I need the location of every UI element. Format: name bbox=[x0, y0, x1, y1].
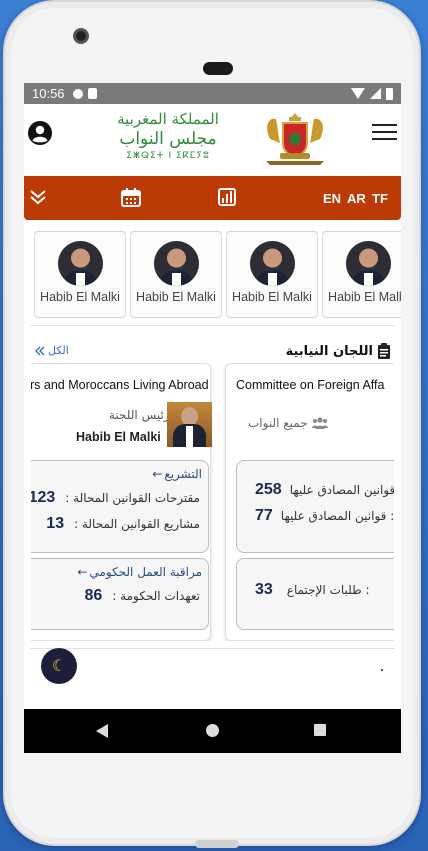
moon-icon: ☾ bbox=[51, 656, 67, 675]
member-avatar bbox=[345, 241, 391, 286]
member-card[interactable]: Habib El Malki bbox=[130, 231, 222, 318]
coat-of-arms-emblem bbox=[266, 113, 324, 165]
stat-value: 258 bbox=[255, 481, 282, 498]
legislation-header: التشريع ← bbox=[152, 467, 202, 481]
sd-card-icon bbox=[87, 88, 97, 99]
section-divider bbox=[30, 325, 395, 326]
calendar-icon[interactable] bbox=[121, 188, 141, 207]
stat-row: تعهدات الحكومة : 86 bbox=[85, 587, 200, 605]
see-all-link[interactable]: الكل bbox=[35, 344, 69, 357]
members-carousel[interactable]: Habib El Malki Habib El Malki Habib El M… bbox=[32, 231, 401, 321]
stat-row: 77 قوانين المصادق عليها : bbox=[255, 507, 394, 525]
member-avatar bbox=[57, 241, 103, 286]
legislation-stats-box: التشريع ← مقترحات القوانين المحالة : 123… bbox=[31, 460, 209, 553]
president-photo bbox=[167, 402, 212, 447]
stat-value: 13 bbox=[46, 515, 65, 532]
android-navigation-bar bbox=[24, 709, 401, 753]
recent-apps-button[interactable] bbox=[314, 724, 326, 736]
committees-title-text: اللجان النيابية bbox=[285, 343, 373, 359]
member-name: Habib El Malki bbox=[232, 290, 312, 304]
hamburger-menu-icon[interactable] bbox=[372, 124, 397, 144]
stat-row: مقترحات القوانين المحالة : 123 bbox=[31, 489, 200, 507]
arrow-left-icon: ← bbox=[77, 565, 88, 579]
oversight-stats-box: مراقبة العمل الحكومي ← تعهدات الحكومة : … bbox=[31, 558, 209, 630]
logo-parliament-text: مجلس النواب bbox=[119, 129, 217, 149]
stat-label: قوانين المصادق عليها : bbox=[280, 509, 394, 523]
arrow-left-icon: ← bbox=[152, 467, 163, 481]
logo-kingdom-text: المملكة المغربية bbox=[117, 110, 219, 128]
language-ar-button[interactable]: AR bbox=[347, 191, 366, 206]
member-name: Habib El Malki bbox=[40, 290, 120, 304]
front-camera bbox=[73, 28, 89, 44]
status-time: 10:56 bbox=[32, 86, 65, 101]
meetings-stats-box: 33 طلبات الإجتماع : bbox=[236, 558, 394, 630]
battery-icon bbox=[386, 87, 393, 100]
committees-carousel[interactable]: rs and Moroccans Living Abroad رئيس اللج… bbox=[31, 363, 394, 641]
committee-card[interactable]: Committee on Foreign Affa جميع النواب 25… bbox=[225, 363, 394, 641]
member-avatar bbox=[249, 241, 295, 286]
member-card[interactable]: Habib El Malki bbox=[226, 231, 318, 318]
footer-dot bbox=[381, 669, 383, 671]
bar-chart-icon[interactable] bbox=[218, 188, 236, 206]
double-chevron-left-icon bbox=[35, 346, 45, 355]
stat-label: تعهدات الحكومة : bbox=[112, 589, 200, 603]
oversight-header: مراقبة العمل الحكومي ← bbox=[77, 565, 202, 579]
stat-value: 86 bbox=[84, 587, 103, 604]
stat-label: مقترحات القوانين المحالة : bbox=[65, 491, 200, 505]
logo-tifinagh-text: ⵉⵥⵕⵉⵜ ⵏ ⵉⴽⵎⵢⵓ bbox=[126, 151, 210, 161]
stat-label: قوانين المصادق عليها: bbox=[289, 483, 394, 497]
stat-row: 258 قوانين المصادق عليها: bbox=[255, 481, 394, 499]
all-members-label: جميع النواب bbox=[248, 416, 328, 430]
committee-title: Committee on Foreign Affa bbox=[236, 378, 385, 392]
stat-value: 33 bbox=[255, 581, 273, 598]
status-bar: 10:56 bbox=[24, 83, 401, 104]
stat-value: 77 bbox=[255, 507, 273, 524]
signal-icon bbox=[370, 88, 381, 99]
parliament-logo: المملكة المغربية مجلس النواب ⵉⵥⵕⵉⵜ ⵏ ⵉⴽⵎ… bbox=[98, 110, 238, 172]
wifi-icon bbox=[351, 88, 365, 99]
back-button[interactable] bbox=[96, 724, 108, 738]
member-card[interactable]: Habib El Malki bbox=[322, 231, 401, 318]
status-app-icon bbox=[72, 88, 83, 99]
user-icon[interactable] bbox=[28, 121, 52, 145]
earpiece-speaker bbox=[203, 62, 233, 75]
president-label: رئيس اللجنة bbox=[109, 408, 170, 422]
stat-label: مشاريع القوانين المحالة : bbox=[74, 517, 200, 531]
users-icon bbox=[311, 417, 328, 429]
member-avatar bbox=[153, 241, 199, 286]
language-tf-button[interactable]: TF bbox=[372, 191, 388, 206]
chevron-double-down-icon[interactable] bbox=[29, 187, 47, 207]
see-all-text: الكل bbox=[48, 344, 69, 357]
stat-row: مشاريع القوانين المحالة : 13 bbox=[46, 515, 200, 533]
legislation-stats-box: 258 قوانين المصادق عليها: 77 قوانين المص… bbox=[236, 460, 394, 553]
committees-section-title: اللجان النيابية bbox=[286, 343, 391, 359]
dark-mode-toggle[interactable]: ☾ bbox=[41, 648, 77, 684]
committee-card[interactable]: rs and Moroccans Living Abroad رئيس اللج… bbox=[31, 363, 212, 641]
member-name: Habib El Malki bbox=[328, 290, 401, 304]
app-header: المملكة المغربية مجلس النواب ⵉⵥⵕⵉⵜ ⵏ ⵉⴽⵎ… bbox=[24, 104, 401, 177]
phone-bottom-edge bbox=[195, 840, 239, 848]
stat-label: طلبات الإجتماع : bbox=[286, 583, 370, 597]
app-screen: 10:56 المملكة المغربية مجلس النواب ⵉⵥⵕⵉⵜ… bbox=[24, 83, 401, 753]
member-name: Habib El Malki bbox=[136, 290, 216, 304]
clipboard-icon bbox=[378, 343, 390, 359]
footer-divider bbox=[30, 648, 395, 649]
main-toolbar: EN AR TF bbox=[24, 176, 401, 220]
committee-title: rs and Moroccans Living Abroad bbox=[31, 378, 209, 392]
stat-value: 123 bbox=[31, 489, 56, 506]
president-name: Habib El Malki bbox=[76, 430, 161, 444]
language-en-button[interactable]: EN bbox=[323, 191, 341, 206]
member-card[interactable]: Habib El Malki bbox=[34, 231, 126, 318]
home-button[interactable] bbox=[206, 724, 219, 737]
stat-row: 33 طلبات الإجتماع : bbox=[255, 581, 370, 599]
